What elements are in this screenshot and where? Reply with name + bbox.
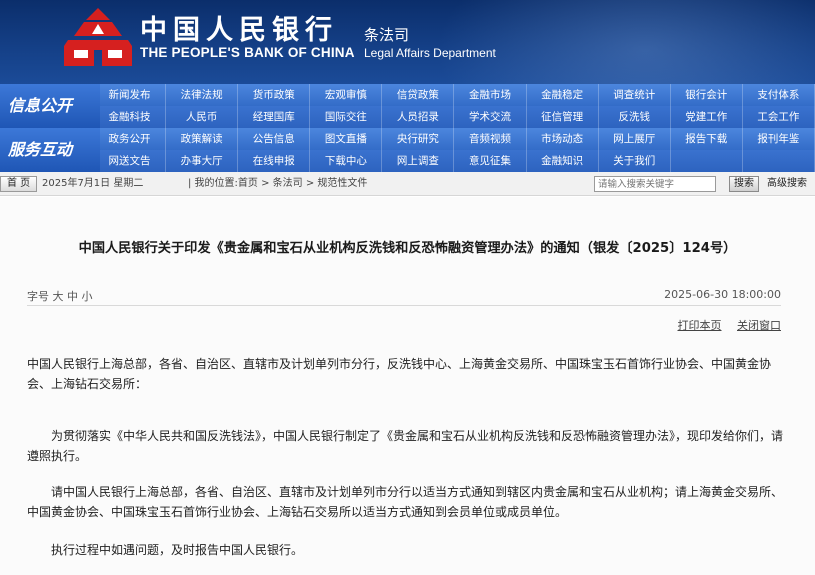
nav-item[interactable]: 信贷政策: [382, 84, 455, 106]
main-nav: 新闻发布 法律法规 货币政策 宏观审慎 信贷政策 金融市场 金融稳定 调查统计 银行会计 支付体系…: [0, 84, 815, 172]
nav-item[interactable]: 政策解读: [166, 128, 239, 150]
nav-item[interactable]: 国际交往: [310, 106, 383, 128]
nav-item[interactable]: 法律法规: [166, 84, 239, 106]
breadcrumb[interactable]: | 我的位置:首页 > 条法司 > 规范性文件: [188, 172, 367, 196]
nav-item[interactable]: 调查统计: [599, 84, 671, 106]
nav-item[interactable]: 政务公开: [94, 128, 167, 150]
bank-name-en: THE PEOPLE'S BANK OF CHINA: [140, 45, 355, 60]
nav-row: 新闻发布 法律法规 货币政策 宏观审慎 信贷政策 金融市场 金融稳定 调查统计 银行会计 支付体系: [94, 84, 815, 106]
article-paragraph: 执行过程中如遇问题，及时报告中国人民银行。: [51, 543, 304, 557]
nav-item[interactable]: 音频视频: [454, 128, 527, 150]
nav-item[interactable]: 宏观审慎: [310, 84, 383, 106]
home-button[interactable]: 首 页: [0, 176, 38, 192]
article-paragraph: 为贯彻落实《中华人民共和国反洗钱法》，中国人民银行制定了《贵金属和宝石从业机构反…: [27, 429, 784, 463]
nav-item[interactable]: 征信管理: [527, 106, 599, 128]
nav-item[interactable]: 在线申报: [238, 150, 311, 172]
nav-item[interactable]: 银行会计: [671, 84, 743, 106]
nav-item[interactable]: 人员招录: [382, 106, 455, 128]
nav-item[interactable]: 央行研究: [382, 128, 455, 150]
font-size-medium[interactable]: 中: [67, 290, 78, 303]
bank-name-cn: 中国人民银行: [140, 15, 338, 46]
nav-item[interactable]: 关于我们: [599, 150, 671, 172]
nav-item[interactable]: 意见征集: [454, 150, 527, 172]
nav-grid: 新闻发布 法律法规 货币政策 宏观审慎 信贷政策 金融市场 金融稳定 调查统计 银行会计 支付体系…: [94, 84, 815, 172]
nav-item[interactable]: 人民币: [166, 106, 239, 128]
nav-row: 政务公开 政策解读 公告信息 图文直播 央行研究 音频视频 市场动态 网上展厅 报告下载 报刊年鉴: [94, 128, 815, 150]
nav-item[interactable]: 下载中心: [310, 150, 383, 172]
font-size-label: 字号: [27, 290, 49, 303]
nav-item[interactable]: 网送文告: [94, 150, 167, 172]
article-tools: 打印本页 关闭窗口: [666, 317, 782, 333]
nav-item: [743, 150, 815, 172]
nav-item[interactable]: 金融知识: [527, 150, 599, 172]
current-date: 2025年7月1日 星期二: [42, 178, 144, 189]
nav-section-info-disclosure[interactable]: 信息公开: [0, 84, 100, 128]
nav-item[interactable]: 金融科技: [94, 106, 167, 128]
nav-item[interactable]: 经理国库: [238, 106, 311, 128]
nav-item[interactable]: 学术交流: [454, 106, 527, 128]
nav-item[interactable]: 金融市场: [454, 84, 527, 106]
nav-item[interactable]: 党建工作: [671, 106, 743, 128]
department-name-cn: 条法司: [364, 26, 410, 44]
site-banner: 中国人民银行 THE PEOPLE'S BANK OF CHINA 条法司 Le…: [0, 0, 815, 84]
article-title: 中国人民银行关于印发《贵金属和宝石从业机构反洗钱和反恐怖融资管理办法》的通知（银…: [78, 241, 737, 256]
nav-item[interactable]: 新闻发布: [94, 84, 167, 106]
nav-item[interactable]: 市场动态: [527, 128, 599, 150]
font-size-large[interactable]: 大: [53, 290, 64, 303]
nav-item[interactable]: 支付体系: [743, 84, 815, 106]
nav-item[interactable]: 报刊年鉴: [743, 128, 815, 150]
pboc-logo-icon[interactable]: [64, 6, 132, 68]
breadcrumb-bar: 首 页 2025年7月1日 星期二 | 我的位置:首页 > 条法司 > 规范性文…: [0, 172, 815, 196]
nav-item[interactable]: 金融稳定: [527, 84, 599, 106]
font-size-small[interactable]: 小: [82, 290, 93, 303]
nav-item[interactable]: 图文直播: [310, 128, 383, 150]
nav-item[interactable]: 公告信息: [238, 128, 311, 150]
nav-item[interactable]: 报告下载: [671, 128, 743, 150]
nav-section-service-interaction[interactable]: 服务互动: [0, 128, 100, 172]
search-input[interactable]: [594, 176, 716, 192]
search-button[interactable]: 搜索: [729, 176, 759, 192]
nav-row: 金融科技 人民币 经理国库 国际交往 人员招录 学术交流 征信管理 反洗钱 党建工作 工会工作: [94, 106, 815, 128]
publish-time: 2025-06-30 18:00:00: [664, 288, 781, 301]
nav-item[interactable]: 办事大厅: [166, 150, 239, 172]
advanced-search-link[interactable]: 高级搜索: [767, 172, 807, 196]
nav-item: [671, 150, 743, 172]
article-paragraph: 中国人民银行上海总部，各省、自治区、直辖市及计划单列市分行，反洗钱中心、上海黄金…: [27, 357, 772, 391]
nav-item[interactable]: 工会工作: [743, 106, 815, 128]
banner-glow: [435, 0, 815, 84]
nav-item[interactable]: 反洗钱: [599, 106, 671, 128]
nav-item[interactable]: 货币政策: [238, 84, 311, 106]
nav-item[interactable]: 网上展厅: [599, 128, 671, 150]
article-container: 中国人民银行关于印发《贵金属和宝石从业机构反洗钱和反恐怖融资管理办法》的通知（银…: [0, 197, 815, 575]
font-size-selector: 字号 大 中 小: [27, 288, 93, 304]
nav-item[interactable]: 网上调查: [382, 150, 455, 172]
divider: [27, 305, 781, 306]
department-name-en: Legal Affairs Department: [364, 46, 496, 60]
article-paragraph: 请中国人民银行上海总部，各省、自治区、直辖市及计划单列市分行以适当方式通知到辖区…: [27, 485, 784, 519]
close-window-link[interactable]: 关闭窗口: [737, 319, 781, 332]
print-link[interactable]: 打印本页: [678, 319, 722, 332]
nav-row: 网送文告 办事大厅 在线申报 下载中心 网上调查 意见征集 金融知识 关于我们: [94, 150, 815, 172]
